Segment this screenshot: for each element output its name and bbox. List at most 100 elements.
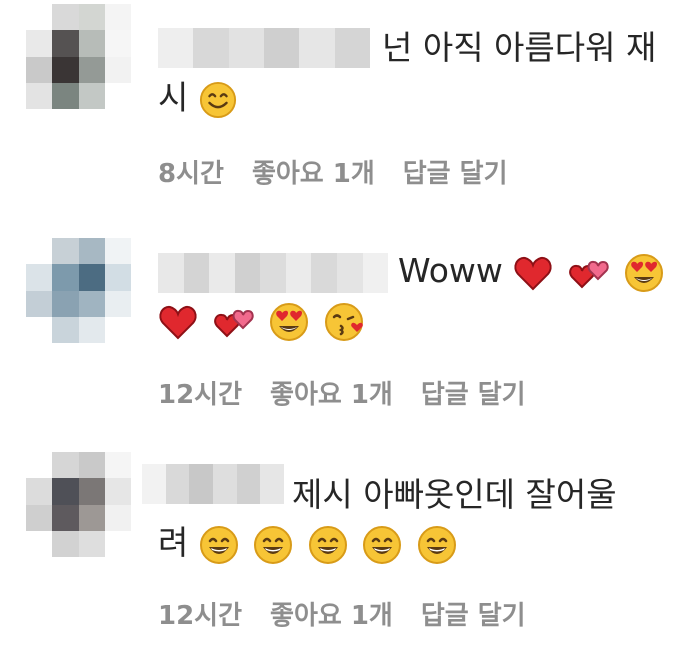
avatar-pixel <box>104 316 131 343</box>
avatar-pixel <box>104 264 131 291</box>
avatar-pixel <box>26 478 53 505</box>
username-blur-pixel <box>158 28 194 68</box>
avatar-pixel <box>52 56 79 83</box>
avatar-pixel <box>104 530 131 557</box>
avatar-pixel <box>78 264 105 291</box>
likes-count-link[interactable]: 좋아요 1개 <box>252 156 375 192</box>
avatar[interactable] <box>26 4 131 109</box>
red-heart-emoji-icon <box>159 305 197 339</box>
avatar-pixel <box>78 290 105 317</box>
face-blowing-kiss-emoji-icon <box>324 302 363 341</box>
username-blur-pixel <box>165 464 190 504</box>
username-blur-pixel <box>228 28 264 68</box>
grinning-face-emoji-icon <box>417 525 456 564</box>
comment-text-continued: 시 <box>158 76 241 120</box>
avatar-pixel <box>52 4 79 31</box>
avatar-pixel <box>52 504 79 531</box>
avatar-pixel <box>78 4 105 31</box>
avatar-pixel <box>78 452 105 479</box>
avatar-pixel <box>52 452 79 479</box>
two-hearts-emoji-icon <box>213 309 254 337</box>
reply-button[interactable]: 답글 달기 <box>421 377 526 413</box>
avatar-pixel <box>104 56 131 83</box>
username-blurred[interactable] <box>142 464 285 504</box>
likes-count-link[interactable]: 좋아요 1개 <box>270 598 393 634</box>
comment-meta: 12시간 좋아요 1개 답글 달기 <box>158 377 526 413</box>
timestamp: 8시간 <box>158 159 224 189</box>
avatar-pixel <box>26 290 53 317</box>
comment-meta: 12시간 좋아요 1개 답글 달기 <box>158 598 526 634</box>
avatar-pixel <box>104 452 131 479</box>
username-blur-pixel <box>362 253 389 293</box>
heart-eyes-emoji-icon <box>625 253 664 292</box>
avatar-pixel <box>26 452 53 479</box>
avatar-pixel <box>26 4 53 31</box>
username-blur-pixel <box>158 253 184 293</box>
avatar-pixel <box>78 238 105 265</box>
avatar-pixel <box>52 30 79 57</box>
avatar-pixel <box>52 238 79 265</box>
avatar-pixel <box>104 82 131 109</box>
avatar-pixel <box>104 4 131 31</box>
username-blur-pixel <box>213 464 237 504</box>
avatar-pixel <box>26 56 53 83</box>
comment-text: Woww <box>398 249 668 293</box>
avatar-pixel <box>78 530 105 557</box>
username-blurred[interactable] <box>158 253 389 293</box>
avatar-pixel <box>78 30 105 57</box>
avatar-pixel <box>78 316 105 343</box>
username-blur-pixel <box>209 253 235 293</box>
comment-text: 제시 아빠옷인데 잘어울 <box>292 475 617 514</box>
smiling-face-emoji-icon <box>199 81 236 118</box>
avatar-pixel <box>26 264 53 291</box>
timestamp: 12시간 <box>158 601 243 631</box>
avatar-pixel <box>26 30 53 57</box>
username-blur-pixel <box>142 464 166 504</box>
avatar-pixel <box>104 30 131 57</box>
avatar-pixel <box>52 316 79 343</box>
timestamp: 12시간 <box>158 380 243 410</box>
username-blur-pixel <box>263 28 300 68</box>
avatar-pixel <box>104 478 131 505</box>
avatar-pixel <box>104 290 131 317</box>
reply-button[interactable]: 답글 달기 <box>403 156 508 192</box>
likes-count-link[interactable]: 좋아요 1개 <box>270 377 393 413</box>
avatar[interactable] <box>26 238 131 343</box>
username-blur-pixel <box>189 464 214 504</box>
avatar-pixel <box>52 290 79 317</box>
avatar-pixel <box>78 504 105 531</box>
comment-text-continued: 려 <box>158 521 461 565</box>
avatar-pixel <box>52 264 79 291</box>
grinning-face-emoji-icon <box>363 525 402 564</box>
username-blur-pixel <box>260 464 285 504</box>
username-blur-pixel <box>299 28 335 68</box>
avatar-pixel <box>26 238 53 265</box>
avatar[interactable] <box>26 452 131 557</box>
avatar-pixel <box>26 504 53 531</box>
avatar-pixel <box>26 82 53 109</box>
username-blur-pixel <box>260 253 286 293</box>
username-blur-pixel <box>334 28 370 68</box>
reply-button[interactable]: 답글 달기 <box>421 598 526 634</box>
grinning-face-emoji-icon <box>308 525 347 564</box>
avatar-pixel <box>26 316 53 343</box>
comment-emoji-line <box>158 298 370 342</box>
avatar-pixel <box>78 478 105 505</box>
avatar-pixel <box>78 56 105 83</box>
comment-meta: 8시간 좋아요 1개 답글 달기 <box>158 156 508 192</box>
username-blurred[interactable] <box>158 28 370 68</box>
avatar-pixel <box>52 530 79 557</box>
username-blur-pixel <box>236 464 261 504</box>
username-blur-pixel <box>234 253 261 293</box>
two-hearts-emoji-icon <box>569 260 609 288</box>
avatar-pixel <box>52 82 79 109</box>
username-blur-pixel <box>336 253 363 293</box>
avatar-pixel <box>78 82 105 109</box>
red-heart-emoji-icon <box>514 256 552 290</box>
grinning-face-emoji-icon <box>199 525 238 564</box>
username-blur-pixel <box>183 253 210 293</box>
heart-eyes-emoji-icon <box>270 302 308 341</box>
avatar-pixel <box>26 530 53 557</box>
username-blur-pixel <box>311 253 337 293</box>
comment-text: 넌 아직 아름다워 재 <box>382 28 657 67</box>
